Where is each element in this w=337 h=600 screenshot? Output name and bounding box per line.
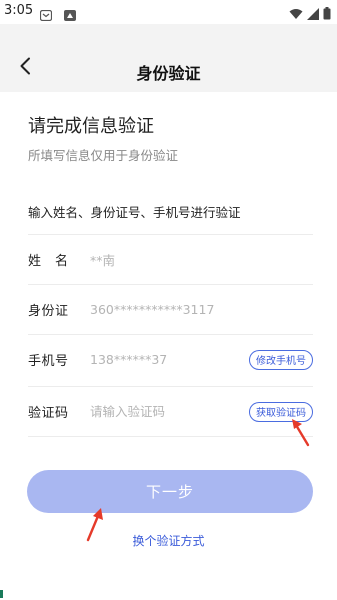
verification-content: 请完成信息验证 所填写信息仅用于身份验证 输入姓名、身份证号、手机号进行验证 姓… xyxy=(0,92,337,600)
notification-app-icon xyxy=(39,6,53,22)
change-phone-button[interactable]: 修改手机号 xyxy=(249,349,313,370)
instruction-text: 输入姓名、身份证号、手机号进行验证 xyxy=(28,205,241,220)
signal-icon xyxy=(307,5,319,24)
page-title: 身份验证 xyxy=(136,64,201,83)
wifi-icon xyxy=(289,5,303,24)
sub-heading: 所填写信息仅用于身份验证 xyxy=(28,148,179,163)
divider xyxy=(28,436,313,437)
name-value: **南 xyxy=(90,253,116,268)
id-card-label: 身份证 xyxy=(28,304,69,319)
id-card-row: 身份证 360***********3117 xyxy=(28,284,313,334)
code-row: 验证码 获取验证码 xyxy=(28,386,313,436)
edge-marker xyxy=(0,590,3,598)
next-step-button[interactable]: 下一步 xyxy=(27,470,313,513)
phone-label: 手机号 xyxy=(28,354,69,369)
android-app-icon xyxy=(64,6,76,21)
status-time: 3:05 xyxy=(4,3,34,18)
annotation-arrow-icon xyxy=(292,419,310,447)
name-label: 姓 名 xyxy=(28,254,69,269)
status-bar: 3:05 xyxy=(0,0,337,24)
phone-row: 手机号 138******37 修改手机号 xyxy=(28,334,313,384)
code-label: 验证码 xyxy=(28,406,69,421)
switch-method-link[interactable]: 换个验证方式 xyxy=(0,532,337,549)
phone-value: 138******37 xyxy=(90,352,168,367)
name-row: 姓 名 **南 xyxy=(28,234,313,284)
header: 身份验证 xyxy=(0,24,337,92)
code-input[interactable] xyxy=(90,404,249,419)
id-card-value: 360***********3117 xyxy=(90,302,215,317)
main-heading: 请完成信息验证 xyxy=(28,116,154,137)
battery-icon xyxy=(323,5,331,24)
